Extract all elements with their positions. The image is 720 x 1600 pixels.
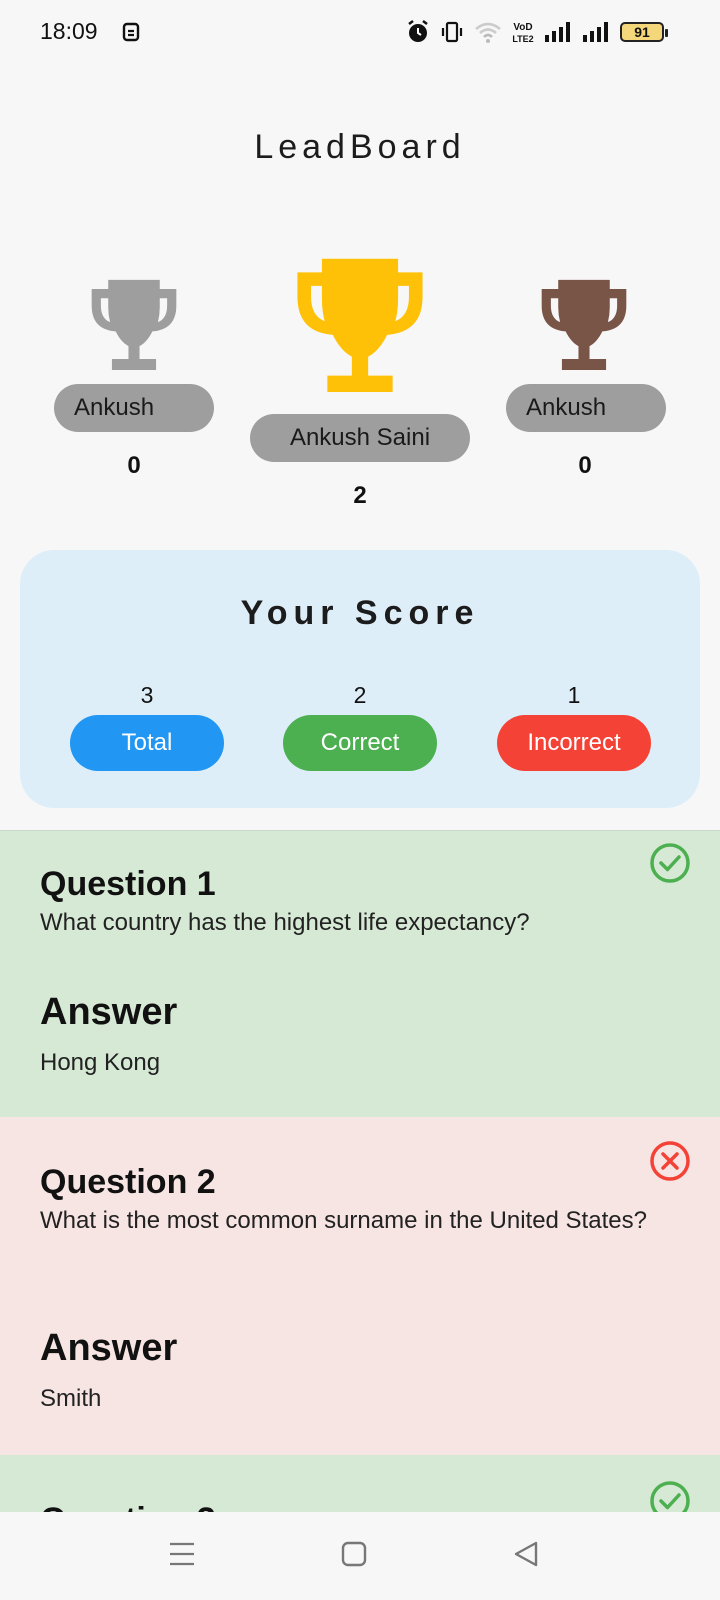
- second-place-score: 0: [127, 452, 141, 479]
- system-nav-bar: [0, 1512, 720, 1600]
- incorrect-count: 1: [567, 682, 581, 708]
- answer-text: Smith: [40, 1385, 102, 1412]
- bronze-trophy-icon: [541, 279, 627, 370]
- question-title: Question 1: [40, 865, 216, 903]
- question-text: What is the most common surname in the U…: [40, 1207, 647, 1234]
- battery-level: 91: [634, 24, 650, 40]
- first-place-name: Ankush Saini: [250, 414, 470, 462]
- silver-trophy-icon: [91, 279, 177, 370]
- status-time: 18:09: [40, 18, 98, 44]
- score-card-title: Your Score: [240, 594, 480, 632]
- total-button[interactable]: Total: [70, 715, 224, 771]
- third-place-name: Ankush: [506, 384, 666, 432]
- correct-count: 2: [353, 682, 367, 708]
- svg-text:LTE2: LTE2: [512, 34, 533, 44]
- second-place-name: Ankush: [54, 384, 214, 432]
- alarm-icon: [408, 20, 428, 42]
- your-score-card: Your Score 3 Total 2 Correct 1 Incorrect: [20, 550, 700, 808]
- answer-title: Answer: [40, 991, 178, 1033]
- volte-icon: VoD LTE2: [512, 22, 533, 44]
- check-circle-icon: [650, 1481, 690, 1512]
- first-place-score: 2: [353, 482, 367, 509]
- page-title: LeadBoard: [254, 128, 466, 166]
- cross-circle-icon: [650, 1141, 690, 1181]
- question-title: Question 3: [40, 1501, 216, 1512]
- back-icon[interactable]: [512, 1540, 540, 1568]
- home-icon[interactable]: [340, 1540, 368, 1568]
- question-card: Question 2 What is the most common surna…: [0, 1117, 720, 1455]
- question-title: Question 2: [40, 1163, 216, 1201]
- battery-icon: 91: [620, 22, 668, 42]
- question-card: Question 3: [0, 1455, 720, 1512]
- signal-icon: [545, 22, 570, 42]
- gold-trophy-icon: [297, 258, 423, 392]
- wifi-icon: [475, 22, 501, 43]
- correct-button[interactable]: Correct: [283, 715, 437, 771]
- signal-icon: [583, 22, 608, 42]
- third-place-score: 0: [578, 452, 592, 479]
- incorrect-button[interactable]: Incorrect: [497, 715, 651, 771]
- check-circle-icon: [650, 843, 690, 883]
- vibrate-icon: [441, 21, 463, 43]
- sim-storage-icon: [122, 22, 140, 42]
- svg-text:VoD: VoD: [513, 22, 532, 33]
- question-text: What country has the highest life expect…: [40, 909, 530, 936]
- total-count: 3: [140, 682, 154, 708]
- answer-title: Answer: [40, 1327, 178, 1369]
- status-bar: 18:09 VoD LTE2 91: [0, 0, 720, 64]
- question-card: Question 1 What country has the highest …: [0, 830, 720, 1117]
- menu-icon[interactable]: [168, 1540, 196, 1568]
- answer-text: Hong Kong: [40, 1049, 161, 1076]
